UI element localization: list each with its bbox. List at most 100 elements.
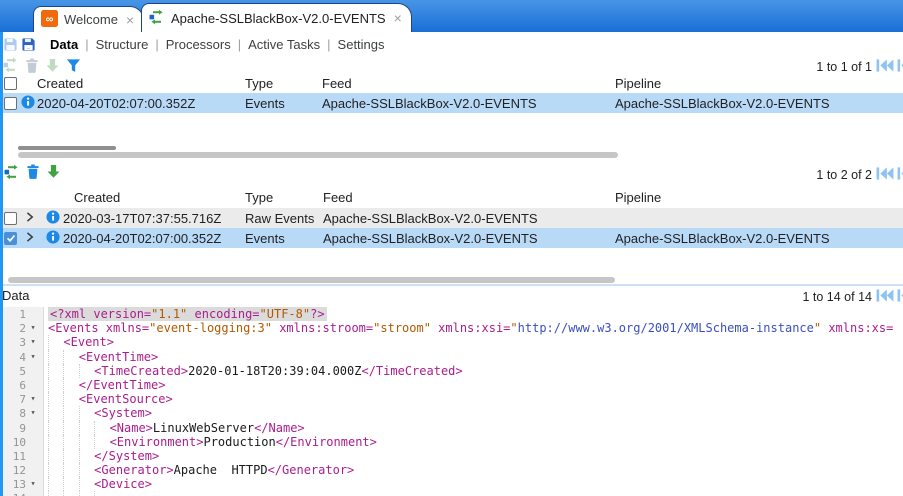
- stream-table-header: Created Type Feed Pipeline: [0, 74, 903, 92]
- menu-item-active-tasks[interactable]: Active Tasks: [248, 37, 320, 52]
- indent-guide: [48, 335, 63, 349]
- code-line: 14: [0, 491, 903, 496]
- previous-page-icon[interactable]: [897, 288, 903, 306]
- code-text: <Event>: [44, 335, 114, 349]
- info-icon[interactable]: [21, 95, 35, 112]
- active-line-highlight: <?xml version="1.1" encoding="UTF-8"?>: [48, 307, 327, 321]
- gutter-cell: 7▾: [0, 392, 44, 406]
- indent-guide: [63, 477, 78, 491]
- save-icon[interactable]: [3, 37, 18, 52]
- detail-hscroll-track[interactable]: [8, 277, 615, 283]
- gutter-cell: 8▾: [0, 406, 44, 420]
- info-icon[interactable]: [46, 230, 60, 247]
- indent-guide: [48, 421, 63, 435]
- expand-chevron-icon[interactable]: [24, 231, 35, 246]
- pipeline-icon: [149, 9, 165, 28]
- tab-label: Welcome: [64, 12, 118, 27]
- indent-guide: [79, 491, 94, 496]
- fold-arrow-icon[interactable]: ▾: [26, 477, 40, 491]
- table-row[interactable]: 2020-04-20T02:07:00.352ZEventsApache-SSL…: [0, 93, 903, 113]
- header-checkbox-cell: [4, 74, 17, 92]
- xml-code-editor: 1 <?xml version="1.1" encoding="UTF-8"?> 2…: [0, 305, 903, 496]
- previous-page-icon[interactable]: [897, 166, 903, 184]
- delete-icon[interactable]: [25, 58, 39, 73]
- fold-arrow-icon[interactable]: ▾: [26, 406, 40, 420]
- indent-guide: [79, 421, 94, 435]
- tab-welcome[interactable]: ∞Welcome×: [33, 6, 144, 32]
- indent-guide: [48, 477, 63, 491]
- detail-toolbar: [4, 163, 61, 180]
- line-number: 2: [0, 322, 26, 336]
- code-line: 6</EventTime>: [0, 378, 903, 392]
- line-number: 6: [0, 379, 26, 393]
- row-info-cell: [46, 228, 60, 248]
- tab-close-icon[interactable]: ×: [126, 13, 134, 27]
- column-header-pipeline[interactable]: Pipeline: [615, 188, 661, 206]
- fold-arrow-icon[interactable]: ▾: [26, 335, 40, 349]
- download-icon[interactable]: [45, 58, 60, 73]
- download-icon[interactable]: [46, 164, 61, 179]
- row-checkbox-cell: [4, 93, 17, 113]
- cell-feed: Apache-SSLBlackBox-V2.0-EVENTS: [323, 228, 538, 248]
- save-icon-group: ...: [3, 37, 36, 52]
- code-text: <EventSource>: [44, 392, 173, 406]
- fold-arrow-icon[interactable]: ▾: [26, 392, 40, 406]
- indent-guide: [63, 350, 78, 364]
- code-text: <Environment>Production</Environment>: [44, 435, 377, 449]
- gutter-cell: 9: [0, 421, 44, 435]
- stroom-app-window: ∞Welcome×Apache-SSLBlackBox-V2.0-EVENTS×…: [0, 0, 903, 496]
- process-icon[interactable]: [4, 164, 20, 180]
- gutter-cell: 5: [0, 364, 44, 378]
- detail-table-header: Created Type Feed Pipeline: [0, 188, 903, 206]
- select-all-checkbox[interactable]: [4, 77, 17, 90]
- process-icon[interactable]: [3, 57, 19, 73]
- code-line: 1 <?xml version="1.1" encoding="UTF-8"?>: [0, 307, 903, 321]
- table-row[interactable]: 2020-03-17T07:37:55.716ZRaw EventsApache…: [0, 208, 903, 228]
- indent-guide: [48, 364, 63, 378]
- info-icon[interactable]: [46, 210, 60, 227]
- expand-chevron-icon[interactable]: [24, 211, 35, 226]
- row-checkbox[interactable]: [4, 97, 17, 110]
- line-number: 1: [0, 308, 26, 322]
- row-checkbox[interactable]: [4, 232, 17, 245]
- menu-item-data[interactable]: Data: [50, 37, 78, 52]
- column-header-type[interactable]: Type: [245, 74, 273, 92]
- code-text: [44, 491, 110, 496]
- column-header-type[interactable]: Type: [245, 188, 273, 206]
- fold-arrow-icon[interactable]: ▾: [26, 321, 40, 335]
- indent-guide: [63, 378, 78, 392]
- first-page-icon[interactable]: [876, 288, 894, 306]
- line-number: 10: [0, 436, 26, 450]
- menu-item-processors[interactable]: Processors: [166, 37, 231, 52]
- row-checkbox[interactable]: [4, 212, 17, 225]
- first-page-icon[interactable]: [876, 166, 894, 184]
- tab-apache-sslblackbox-v2-0-events[interactable]: Apache-SSLBlackBox-V2.0-EVENTS×: [141, 3, 412, 32]
- code-line: 11</System>: [0, 449, 903, 463]
- cell-created: 2020-04-20T02:07:00.352Z: [37, 93, 195, 113]
- column-header-feed[interactable]: Feed: [322, 74, 352, 92]
- gutter-cell: 3▾: [0, 335, 44, 349]
- stream-hscroll-track[interactable]: [18, 152, 618, 158]
- stream-pager-label: 1 to 1 of 1: [816, 60, 872, 74]
- column-header-created[interactable]: Created: [37, 74, 83, 92]
- delete-icon[interactable]: [26, 164, 40, 179]
- stream-toolbar: [3, 57, 81, 73]
- gutter-cell: 13▾: [0, 477, 44, 491]
- menu-separator: |: [85, 37, 88, 52]
- indent-guide: [79, 449, 94, 463]
- tab-close-icon[interactable]: ×: [394, 11, 402, 25]
- filter-icon[interactable]: [66, 58, 81, 73]
- column-header-pipeline[interactable]: Pipeline: [615, 74, 661, 92]
- code-line: 5<TimeCreated>2020-01-18T20:39:04.000Z</…: [0, 364, 903, 378]
- column-header-created[interactable]: Created: [74, 188, 120, 206]
- data-pager: 1 to 14 of 14: [802, 288, 903, 306]
- cell-type: Events: [245, 93, 285, 113]
- code-text: <System>: [44, 406, 152, 420]
- table-row[interactable]: 2020-04-20T02:07:00.352ZEventsApache-SSL…: [0, 228, 903, 248]
- column-header-feed[interactable]: Feed: [323, 188, 353, 206]
- fold-arrow-icon[interactable]: ▾: [26, 350, 40, 364]
- stream-hscroll-thumb[interactable]: [18, 146, 116, 150]
- menu-item-structure[interactable]: Structure: [96, 37, 149, 52]
- save-as-icon[interactable]: ...: [21, 37, 36, 52]
- menu-item-settings[interactable]: Settings: [338, 37, 385, 52]
